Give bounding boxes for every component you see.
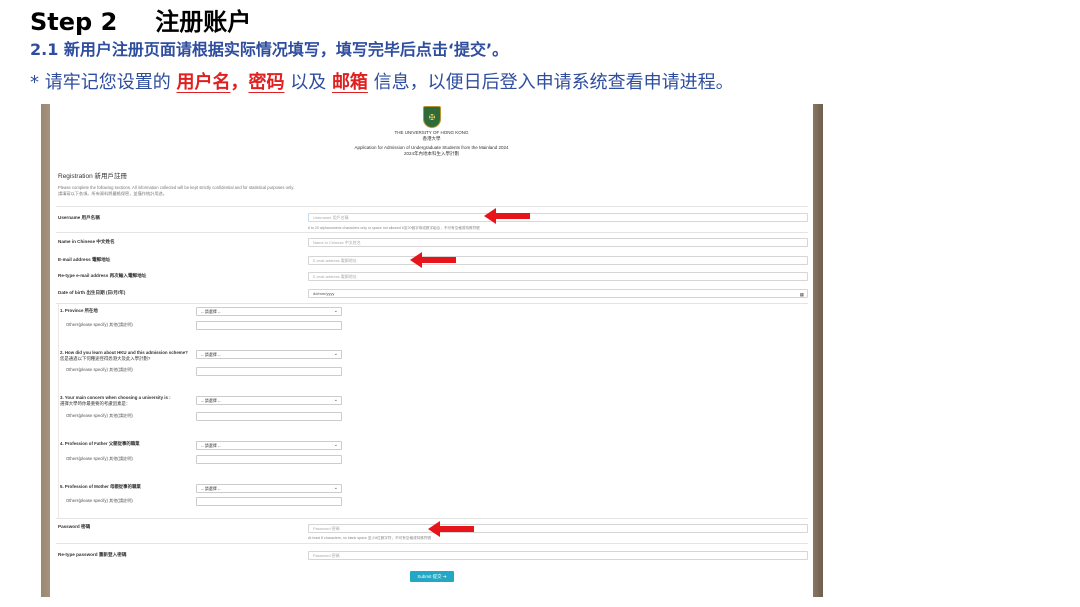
chevron-down-icon: ⌄: [333, 397, 338, 403]
uni-name-en: THE UNIVERSITY OF HONG KONG: [394, 130, 469, 135]
q3-select[interactable]: -- 請選擇 -- ⌄: [196, 396, 342, 405]
divider: [56, 518, 808, 519]
q4-select[interactable]: -- 請選擇 -- ⌄: [196, 441, 342, 450]
divider: [56, 543, 808, 544]
q4-label: 4. Profession of Father 父親從事的職業: [60, 441, 140, 446]
chevron-down-icon: ⌄: [333, 351, 338, 357]
password-label: Password 密碼: [58, 524, 91, 529]
password-arrow-icon: [428, 521, 474, 537]
app-title-zh: 2024年內地本科生入學計劃: [403, 151, 459, 156]
q4-others-input[interactable]: [196, 455, 342, 464]
retype-email-label: Re-type e-mail address 再次輸入電郵地址: [58, 273, 147, 278]
retype-password-input[interactable]: Password 密碼: [308, 551, 808, 560]
q2-select[interactable]: -- 請選擇 -- ⌄: [196, 350, 342, 359]
note-email: 邮箱: [331, 72, 368, 93]
retype-email-input[interactable]: E-mail address 電郵地址: [308, 272, 808, 281]
password-input[interactable]: Password 密碼: [308, 524, 808, 533]
q1-others-input[interactable]: [196, 321, 342, 330]
q5-label: 5. Profession of Mother 母親從事的職業: [60, 484, 141, 489]
q1-label: 1. Province 所在地: [60, 308, 98, 313]
note-password: 密码: [248, 72, 285, 93]
submit-button[interactable]: Submit 提交 ➔: [410, 571, 454, 582]
email-input[interactable]: E-mail address 電郵地址: [308, 256, 808, 265]
slide: Step 2 注册账户 2.1 新用户注册页面请根据实际情况填写，填写完毕后点击‘…: [0, 0, 1080, 607]
password-hint: At least 8 characters, no blank space 至少…: [308, 536, 432, 540]
chevron-down-icon: ⌄: [333, 442, 338, 448]
note-username: 用户名: [176, 72, 231, 93]
chevron-down-icon: ⌄: [333, 485, 338, 491]
q5-select[interactable]: -- 請選擇 -- ⌄: [196, 484, 342, 493]
name-chinese-input[interactable]: Name in Chinese 中文姓名: [308, 238, 808, 247]
name-chinese-label: Name in Chinese 中文姓名: [58, 239, 115, 244]
note-and: 以及: [290, 72, 327, 93]
section-border: [58, 304, 59, 518]
chevron-down-icon: ⌄: [333, 308, 338, 314]
username-label: Username 用戶名稱: [58, 215, 100, 220]
q1-select[interactable]: -- 請選擇 -- ⌄: [196, 307, 342, 316]
divider: [56, 206, 808, 207]
username-arrow-icon: [484, 208, 530, 224]
note-separator: ，: [230, 72, 249, 93]
q3-others-input[interactable]: [196, 412, 342, 421]
q3-others-label: Others(please specify) 其他(請註明): [66, 413, 133, 418]
email-arrow-icon: [410, 252, 456, 268]
q3-label: 3. Your main concern when choosing a uni…: [60, 395, 171, 406]
q2-others-input[interactable]: [196, 367, 342, 376]
calendar-icon[interactable]: ▦: [800, 291, 804, 298]
email-label: E-mail address 電郵地址: [58, 257, 111, 262]
note-prefix: * 请牢记您设置的: [30, 72, 171, 93]
intro-en: Please complete the following sections. …: [58, 185, 295, 190]
q2-label: 2. How did you learn about HKU and this …: [60, 350, 188, 361]
divider: [56, 303, 808, 304]
instruction-subtitle: 2.1 新用户注册页面请根据实际情况填写，填写完毕后点击‘提交’。: [30, 40, 509, 59]
crest-icon: ✠: [423, 106, 441, 128]
step-name: 注册账户: [155, 8, 252, 36]
dob-input[interactable]: dd/mm/yyyy ▦: [308, 289, 808, 298]
q4-others-label: Others(please specify) 其他(請註明): [66, 456, 133, 461]
registration-title: Registration 新用戶註冊: [58, 173, 127, 180]
retype-password-label: Re-type password 重新登入密碼: [58, 552, 127, 557]
step-title: Step 2 注册账户: [30, 2, 251, 37]
q2-others-label: Others(please specify) 其他(請註明): [66, 367, 133, 372]
app-title-en: Application for Admission of Undergradua…: [354, 145, 509, 150]
uni-name-zh: 香港大學: [422, 136, 441, 141]
arrow-right-icon: ➔: [442, 574, 447, 579]
intro-zh: 請填寫以下各項。所有資料將嚴格保密，並僅作統計用途。: [58, 191, 167, 196]
q5-others-label: Others(please specify) 其他(請註明): [66, 498, 133, 503]
q5-others-input[interactable]: [196, 497, 342, 506]
dob-label: Date of birth 出生日期 (日/月/年): [58, 290, 126, 295]
username-hint: 6 to 20 alphanumeric characters only or …: [308, 226, 480, 230]
divider: [56, 232, 808, 233]
note-suffix: 信息，以便日后登入申请系统查看申请进程。: [373, 72, 734, 93]
q1-others-label: Others(please specify) 其他(請註明): [66, 322, 133, 327]
reminder-note: * 请牢记您设置的 用户名，密码 以及 邮箱 信息，以便日后登入申请系统查看申请…: [30, 68, 734, 94]
username-input[interactable]: Username 用戶名稱: [308, 213, 808, 222]
step-number: Step 2: [30, 8, 118, 36]
